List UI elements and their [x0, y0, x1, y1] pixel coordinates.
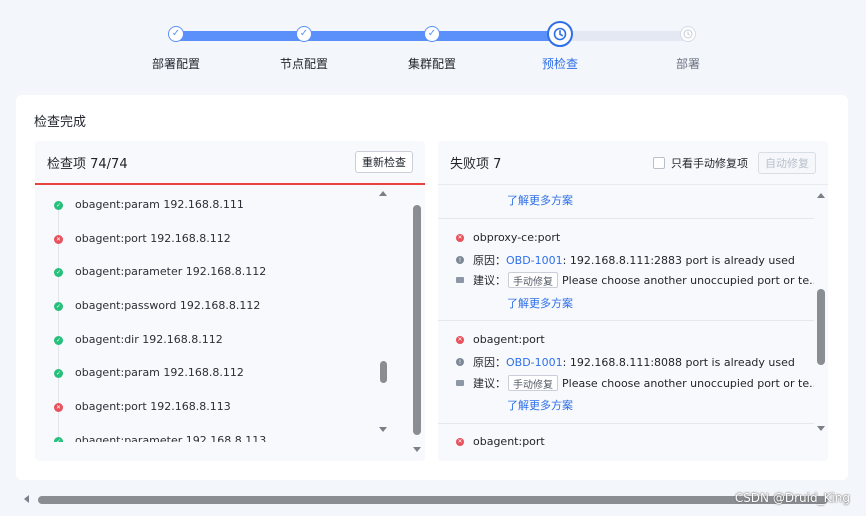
advice-label: 建议： — [473, 377, 506, 390]
step-5-clock-icon — [680, 26, 696, 42]
error-code-link[interactable]: OBD-1001 — [506, 254, 563, 267]
success-icon: ✓ — [54, 336, 63, 345]
manual-only-checkbox[interactable] — [653, 156, 665, 169]
more-solutions-link[interactable]: 了解更多方案 — [507, 397, 573, 413]
check-items-panel: 检查项 74/74 重新检查 ✓ obagent:param 192.168.8… — [35, 141, 425, 461]
success-icon: ✓ — [54, 437, 63, 442]
step-1-check-icon: ✓ — [168, 26, 184, 42]
check-panel-title: 检查项 74/74 — [47, 156, 128, 172]
reason-label: 原因： — [473, 356, 506, 369]
success-icon: ✓ — [54, 268, 63, 277]
auto-fix-button[interactable]: 自动修复 — [758, 151, 816, 174]
scroll-left-arrow-icon[interactable] — [24, 495, 29, 503]
precheck-card: 检查完成 检查项 74/74 重新检查 ✓ obagent:param 192.… — [16, 95, 848, 480]
fail-item-header: ✕ obagent:port — [456, 435, 545, 448]
fail-item-advice: 建议： 手动修复 Please choose another unoccupie… — [456, 375, 814, 391]
fail-panel-header: 失败项 7 只看手动修复项 自动修复 — [438, 141, 828, 185]
success-icon: ✓ — [54, 302, 63, 311]
check-panel-header: 检查项 74/74 重新检查 — [35, 141, 425, 185]
step-label-2: 节点配置 — [279, 57, 328, 71]
step-label-5: 部署 — [675, 57, 700, 71]
error-icon: ✕ — [456, 335, 464, 344]
list-item: ✕ obproxy-ce:port ! 原因： OBD-1001 : 192.1… — [438, 219, 814, 321]
step-4-clock-icon — [547, 21, 573, 47]
deployment-stepper: ✓ ✓ ✓ 部署配置 节点配置 集群配置 预检查 部署 — [0, 0, 866, 80]
scroll-thumb[interactable] — [38, 496, 828, 504]
fail-item-name: obagent:port — [473, 333, 545, 346]
step-label-4: 预检查 — [541, 57, 578, 71]
book-icon — [456, 380, 464, 386]
step-2-check-icon: ✓ — [296, 26, 312, 42]
inner-scrollbar[interactable] — [377, 191, 389, 436]
scroll-thumb[interactable] — [817, 289, 825, 365]
success-icon: ✓ — [54, 369, 63, 378]
recheck-button[interactable]: 重新检查 — [355, 151, 413, 173]
check-item-text: obagent:param 192.168.8.112 — [75, 366, 244, 379]
error-icon: ✕ — [54, 403, 63, 412]
fail-item-name: obagent:port — [473, 435, 545, 448]
page-horizontal-scrollbar[interactable] — [20, 491, 845, 507]
check-items-list: ✓ obagent:param 192.168.8.111 ✕ obagent:… — [35, 187, 375, 442]
scroll-thumb[interactable] — [413, 205, 421, 435]
info-icon: ! — [456, 256, 464, 264]
card-title: 检查完成 — [34, 115, 87, 130]
error-icon: ✕ — [54, 235, 63, 244]
reason-label: 原因： — [473, 254, 506, 267]
step-3-check-icon: ✓ — [424, 26, 440, 42]
error-icon: ✕ — [456, 437, 464, 446]
book-icon — [456, 277, 464, 283]
step-label-1: 部署配置 — [151, 57, 200, 71]
list-item: ✕ obagent:port ! 原因： OBD-1001 : 192.168.… — [438, 321, 814, 424]
error-icon: ✕ — [456, 233, 464, 242]
success-icon: ✓ — [54, 201, 63, 210]
scroll-thumb[interactable] — [380, 361, 387, 383]
more-solutions-link[interactable]: 了解更多方案 — [507, 295, 573, 311]
check-item-text: obagent:parameter 192.168.8.112 — [75, 265, 267, 278]
scroll-down-arrow-icon[interactable] — [817, 426, 825, 431]
step-progress-done — [176, 31, 560, 41]
check-item-text: obagent:parameter 192.168.8.113 — [75, 434, 267, 442]
manual-fix-tag: 手动修复 — [508, 272, 558, 288]
advice-text: Please choose another unoccupied port or… — [562, 273, 814, 287]
fail-item-reason: ! 原因： OBD-1001 : 192.168.8.111:8088 port… — [456, 354, 795, 370]
fail-item-header: ✕ obproxy-ce:port — [456, 231, 560, 244]
fail-item-advice: 建议： 手动修复 Please choose another unoccupie… — [456, 272, 814, 288]
more-solutions-link[interactable]: 了解更多方案 — [507, 192, 573, 208]
error-code-link[interactable]: OBD-1001 — [506, 356, 563, 369]
scroll-up-arrow-icon[interactable] — [379, 191, 387, 196]
step-progress-pending — [560, 31, 688, 41]
step-label-3: 集群配置 — [407, 57, 456, 71]
list-item: 了解更多方案 — [438, 187, 814, 219]
fail-item-name: obproxy-ce:port — [473, 231, 561, 244]
check-item-text: obagent:password 192.168.8.112 — [75, 299, 261, 312]
check-item-text: obagent:port 192.168.8.112 — [75, 232, 231, 245]
advice-text: Please choose another unoccupied port or… — [562, 376, 814, 390]
failed-items-panel: 失败项 7 只看手动修复项 自动修复 了解更多方案 ✕ obproxy-ce:p… — [438, 141, 828, 461]
reason-text: : 192.168.8.111:8088 port is already use… — [562, 355, 795, 369]
check-item-text: obagent:dir 192.168.8.112 — [75, 333, 223, 346]
scroll-up-arrow-icon[interactable] — [817, 193, 825, 198]
check-item-text: obagent:port 192.168.8.113 — [75, 400, 231, 413]
failed-items-list: 了解更多方案 ✕ obproxy-ce:port ! 原因： OBD-1001 … — [438, 187, 814, 457]
manual-fix-tag: 手动修复 — [508, 375, 558, 391]
fail-panel-title: 失败项 7 — [450, 157, 502, 172]
manual-only-label[interactable]: 只看手动修复项 — [671, 155, 748, 171]
watermark: CSDN @Druid_King — [734, 491, 850, 505]
scroll-down-arrow-icon[interactable] — [379, 427, 387, 432]
fail-list-scrollbar[interactable] — [816, 193, 828, 433]
scroll-down-arrow-icon[interactable] — [413, 447, 421, 452]
fail-item-header: ✕ obagent:port — [456, 333, 545, 346]
info-icon: ! — [456, 358, 464, 366]
list-item: ✕ obagent:port — [438, 424, 814, 457]
advice-label: 建议： — [473, 274, 506, 287]
fail-item-reason: ! 原因： OBD-1001 : 192.168.8.111:2883 port… — [456, 252, 795, 268]
outer-scrollbar[interactable] — [411, 197, 423, 453]
check-item-text: obagent:param 192.168.8.111 — [75, 198, 244, 211]
reason-text: : 192.168.8.111:2883 port is already use… — [562, 253, 795, 267]
